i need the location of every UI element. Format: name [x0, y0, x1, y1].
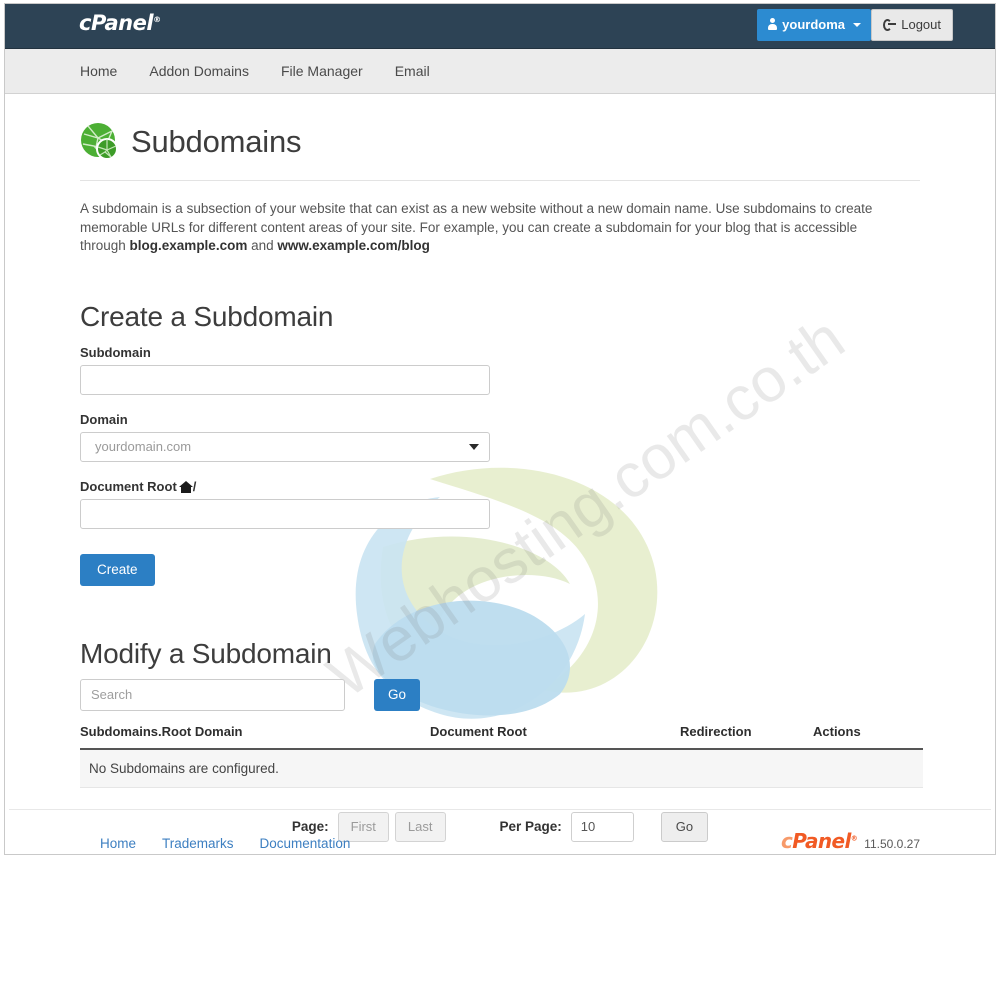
- main-content-area: Webhosting.com.co.th Subdomains A subdom…: [5, 94, 995, 842]
- logout-button[interactable]: Logout: [871, 9, 953, 41]
- home-icon: [178, 480, 193, 493]
- domain-select-wrapper: yourdomain.com: [80, 431, 490, 462]
- footer-link-home[interactable]: Home: [100, 836, 136, 851]
- column-header-subdomain-root-domain[interactable]: Subdomains.Root Domain: [80, 723, 430, 750]
- table-header-row: Subdomains.Root Domain Document Root Red…: [80, 723, 923, 750]
- document-root-slash: /: [192, 478, 197, 494]
- document-root-label-text: Document Root: [80, 478, 177, 494]
- domain-select[interactable]: yourdomain.com: [80, 431, 490, 462]
- main-navigation-bar: Home Addon Domains File Manager Email: [5, 49, 995, 94]
- column-header-actions[interactable]: Actions: [813, 723, 923, 750]
- document-root-field-label: Document Root /: [80, 479, 920, 494]
- top-header-bar: cPanel® yourdoma Logout: [5, 4, 995, 49]
- subdomain-field-label: Subdomain: [80, 344, 151, 360]
- globe-magnifier-icon: [81, 123, 120, 162]
- create-button[interactable]: Create: [80, 553, 155, 586]
- nav-item-home[interactable]: Home: [80, 49, 117, 94]
- search-input[interactable]: [80, 678, 345, 711]
- page-description: A subdomain is a subsection of your webs…: [80, 200, 900, 256]
- cpanel-logo-c: c: [780, 829, 793, 853]
- search-row: Go: [80, 678, 920, 711]
- description-example-url: www.example.com/blog: [277, 238, 430, 253]
- footer-link-trademarks[interactable]: Trademarks: [162, 836, 234, 851]
- search-go-button[interactable]: Go: [374, 678, 420, 711]
- column-header-document-root[interactable]: Document Root: [430, 723, 680, 750]
- page-footer: Home Trademarks Documentation cPanel® 11.5…: [9, 809, 991, 854]
- footer-link-documentation[interactable]: Documentation: [260, 836, 351, 851]
- user-account-button[interactable]: yourdoma: [757, 9, 871, 41]
- chevron-down-icon: [853, 23, 861, 27]
- description-example-subdomain: blog.example.com: [129, 238, 248, 253]
- subdomain-input[interactable]: [80, 364, 490, 395]
- registered-mark-icon: ®: [850, 834, 858, 843]
- cpanel-version: 11.50.0.27: [864, 837, 920, 851]
- nav-item-file-manager[interactable]: File Manager: [281, 49, 363, 94]
- footer-links: Home Trademarks Documentation: [100, 835, 376, 853]
- logout-label: Logout: [901, 17, 941, 32]
- user-account-label: yourdoma: [782, 17, 845, 32]
- subdomains-table: Subdomains.Root Domain Document Root Red…: [80, 723, 923, 788]
- page-title: Subdomains: [131, 124, 302, 159]
- modify-subdomain-heading: Modify a Subdomain: [80, 637, 332, 669]
- table-row: No Subdomains are configured.: [80, 748, 923, 788]
- column-header-redirection[interactable]: Redirection: [680, 723, 813, 750]
- nav-item-addon-domains[interactable]: Addon Domains: [149, 49, 249, 94]
- cpanel-logo-text: cPanel: [79, 11, 154, 35]
- nav-item-email[interactable]: Email: [395, 49, 430, 94]
- table-empty-message: No Subdomains are configured.: [80, 748, 923, 788]
- page-title-row: Subdomains: [80, 94, 920, 181]
- cpanel-logo-panel: Panel: [792, 829, 851, 853]
- footer-brand: cPanel® 11.50.0.27: [781, 831, 920, 851]
- create-subdomain-heading: Create a Subdomain: [80, 300, 334, 332]
- cpanel-logo-header[interactable]: cPanel®: [79, 13, 161, 34]
- domain-field-label: Domain: [80, 411, 128, 427]
- document-root-input[interactable]: [80, 498, 490, 529]
- cpanel-logo-footer: cPanel®: [780, 829, 858, 853]
- user-icon: [768, 18, 778, 31]
- logout-icon: [883, 19, 897, 31]
- browser-page-frame: cPanel® yourdoma Logout Home Addon Domain…: [4, 3, 996, 855]
- registered-mark-icon: ®: [153, 15, 161, 24]
- description-text-mid: and: [247, 238, 278, 253]
